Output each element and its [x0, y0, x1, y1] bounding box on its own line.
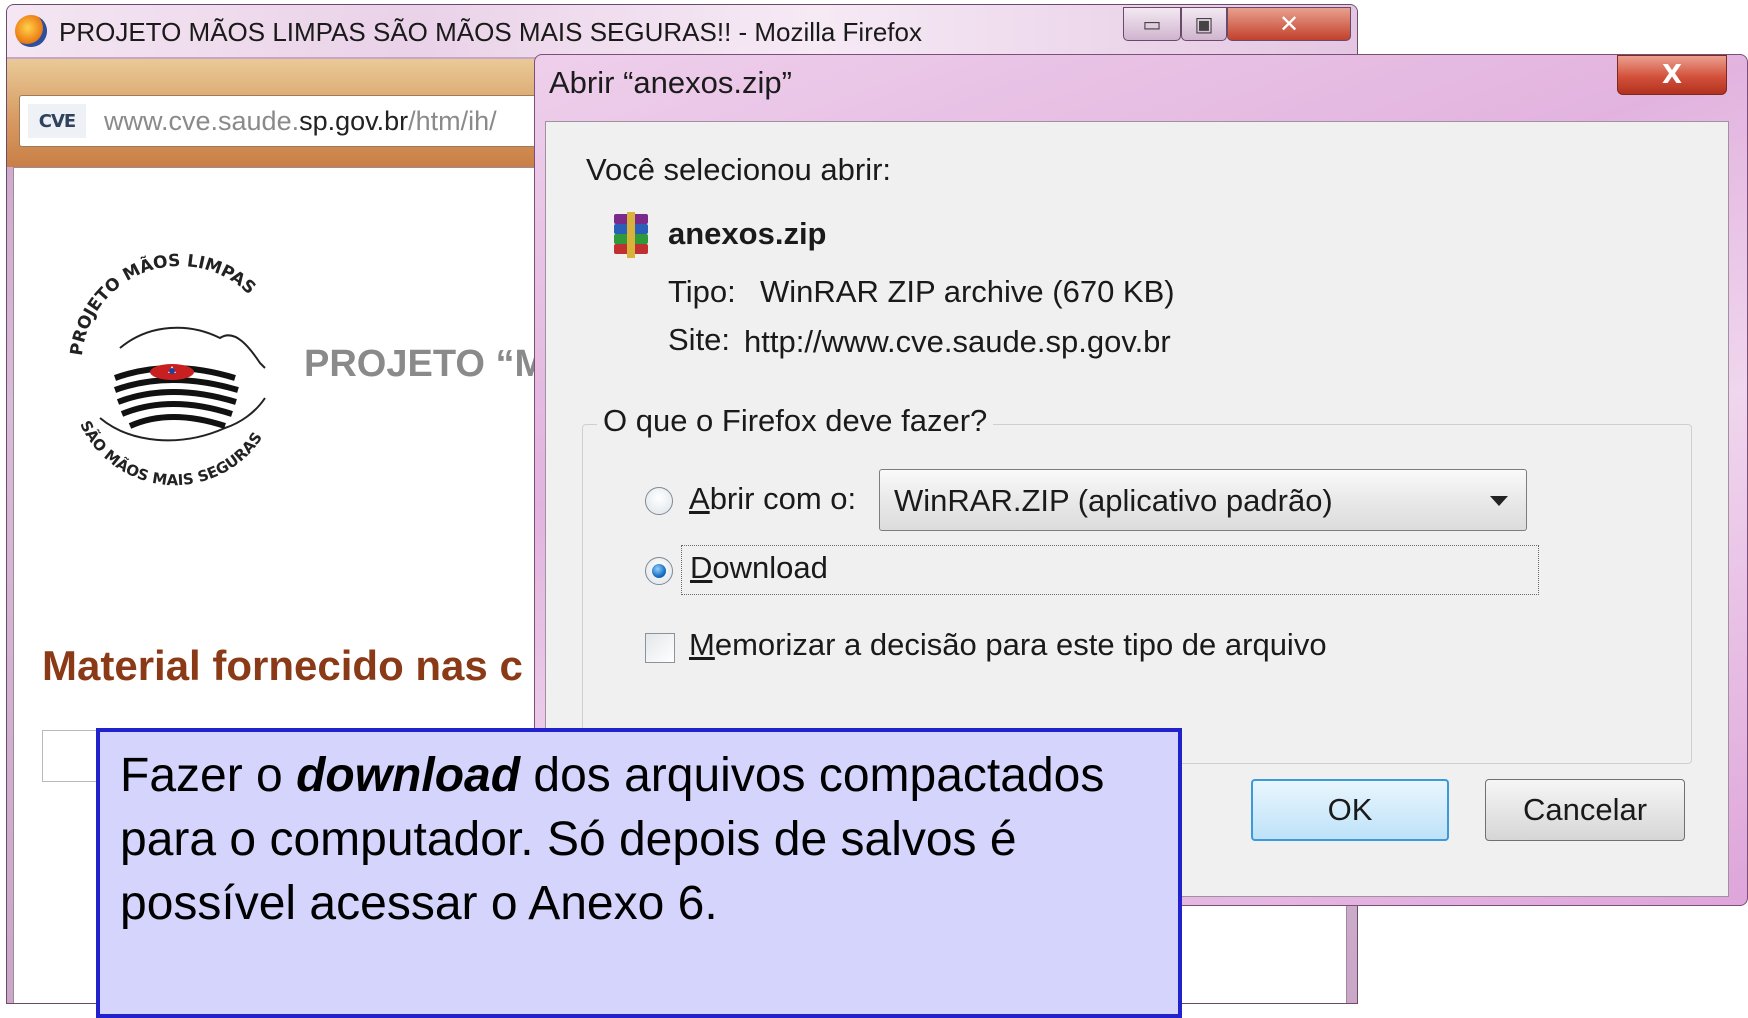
download-text: ownload [712, 550, 828, 585]
page-subheading: Material fornecido nas c [42, 642, 523, 689]
intro-text: Você selecionou abrir: [586, 152, 892, 187]
site-identity-icon[interactable]: CVE [28, 104, 86, 138]
instruction-callout: Fazer o download dos arquivos compactado… [96, 728, 1182, 1018]
logo-text-bottom: SÃO MÃOS MAIS SEGURAS [76, 418, 266, 490]
open-with-text: brir com o: [709, 481, 857, 516]
open-with-app-select[interactable]: WinRAR.ZIP (aplicativo padrão) [879, 469, 1527, 531]
site-label: Site: [668, 322, 731, 357]
dialog-close-button[interactable]: X [1617, 55, 1727, 95]
url-domain: sp.gov.br [299, 106, 409, 136]
url-suffix: /htm/ih/ [408, 106, 497, 136]
url-text[interactable]: www.cve.saude.sp.gov.br/htm/ih/ [104, 106, 497, 137]
chevron-down-icon [1490, 496, 1508, 506]
download-accesskey: D [690, 550, 713, 585]
winrar-archive-icon [614, 212, 648, 258]
callout-pre: Fazer o [120, 749, 297, 802]
window-close-button[interactable]: ✕ [1227, 7, 1351, 41]
svg-text:SÃO MÃOS MAIS SEGURAS: SÃO MÃOS MAIS SEGURAS [76, 418, 266, 490]
callout-emphasis: download [296, 749, 521, 802]
minimize-button[interactable]: ▭ [1123, 7, 1181, 41]
callout-text: Fazer o download dos arquivos compactado… [120, 744, 1162, 936]
remember-checkbox[interactable] [645, 633, 675, 663]
cancel-button[interactable]: Cancelar [1485, 779, 1685, 841]
remember-label[interactable]: Memorizar a decisão para este tipo de ar… [689, 627, 1327, 663]
remember-accesskey: M [689, 627, 715, 662]
ok-button[interactable]: OK [1251, 779, 1449, 841]
maximize-button[interactable]: ▣ [1181, 7, 1227, 41]
open-with-app-value: WinRAR.ZIP (aplicativo padrão) [894, 483, 1333, 518]
download-label[interactable]: Download [681, 545, 1539, 595]
page-heading: PROJETO “M [304, 343, 547, 385]
svg-text:PROJETO MÃOS LIMPAS: PROJETO MÃOS LIMPAS [67, 251, 259, 357]
file-name: anexos.zip [668, 216, 827, 251]
action-groupbox: O que o Firefox deve fazer? Abrir com o:… [582, 403, 1692, 764]
firefox-logo-icon [15, 15, 47, 47]
remember-text: emorizar a decisão para este tipo de arq… [714, 627, 1327, 662]
download-radio[interactable] [645, 557, 673, 585]
action-group-label: O que o Firefox deve fazer? [597, 403, 994, 439]
dialog-title: Abrir “anexos.zip” [549, 65, 792, 100]
logo-text-top: PROJETO MÃOS LIMPAS [67, 251, 259, 357]
firefox-titlebar: PROJETO MÃOS LIMPAS SÃO MÃOS MAIS SEGURA… [7, 5, 1357, 57]
url-prefix: www.cve.saude. [104, 106, 300, 136]
site-value: http://www.cve.saude.sp.gov.br [744, 324, 1171, 359]
open-with-accesskey: A [689, 481, 710, 516]
url-bar[interactable]: CVE www.cve.saude.sp.gov.br/htm/ih/ [19, 95, 619, 147]
type-value: WinRAR ZIP archive (670 KB) [760, 274, 1175, 309]
projeto-maos-limpas-logo: PROJETO MÃOS LIMPAS SÃO MÃOS MAIS SEGURA… [67, 251, 266, 490]
window-title: PROJETO MÃOS LIMPAS SÃO MÃOS MAIS SEGURA… [59, 17, 922, 47]
open-with-label[interactable]: Abrir com o: [689, 481, 856, 517]
open-with-radio[interactable] [645, 487, 673, 515]
type-label: Tipo: [668, 274, 736, 309]
